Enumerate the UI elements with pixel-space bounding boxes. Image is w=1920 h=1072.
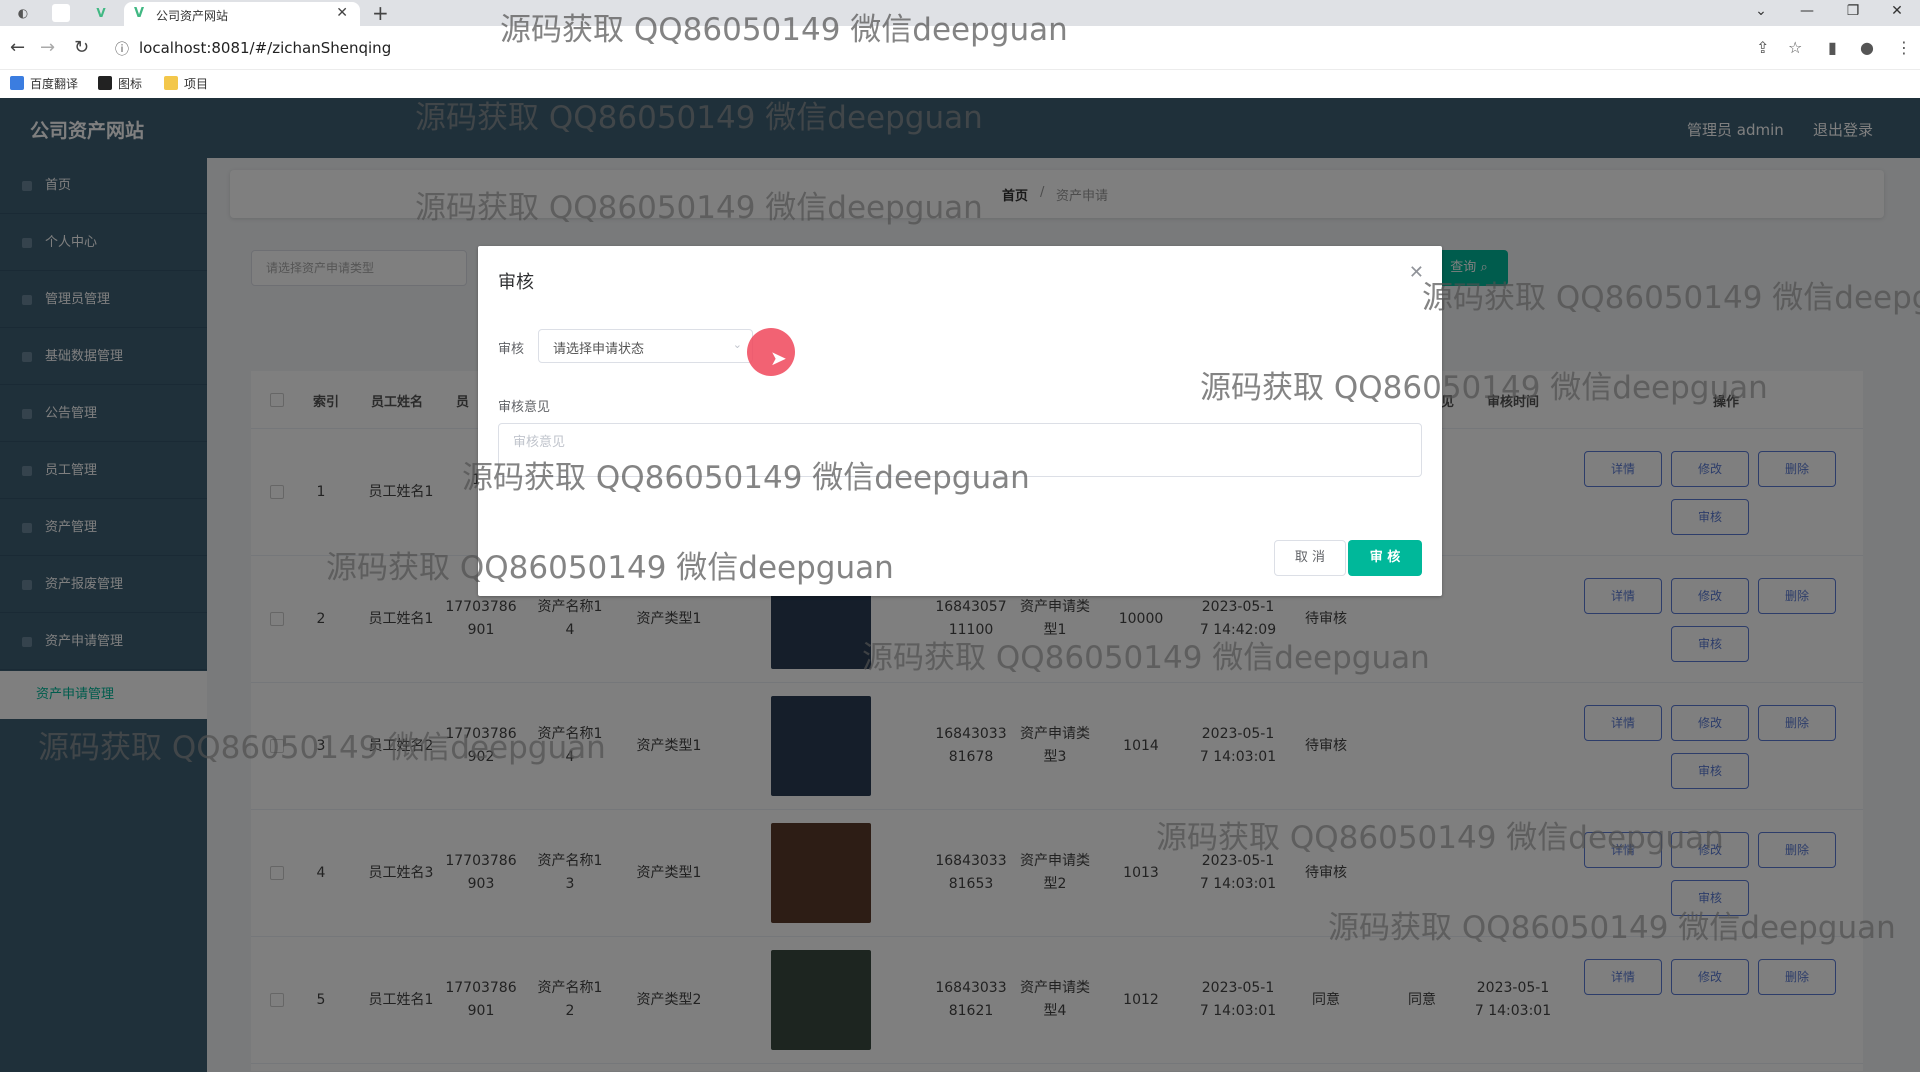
status-select[interactable]: 请选择申请状态 ⌄ (538, 329, 753, 363)
close-tab-icon[interactable]: ✕ (336, 5, 348, 21)
cancel-button[interactable]: 取 消 (1274, 540, 1346, 576)
site-info-icon[interactable]: ⓘ (115, 39, 129, 59)
new-tab-icon[interactable]: + (372, 1, 389, 25)
bookmark-label: 项目 (184, 77, 209, 91)
star-icon[interactable]: ☆ (1788, 38, 1802, 57)
dialog-title: 审核 (498, 272, 534, 293)
url-text: localhost:8081/#/zichanShenqing (139, 39, 392, 57)
watermark: 源码获取 QQ86050149 微信deepguan (500, 12, 1068, 48)
image-icon (98, 76, 112, 90)
restore-icon[interactable]: ❐ (1830, 0, 1876, 22)
opinion-label: 审核意见 (498, 400, 551, 415)
watermark: 源码获取 QQ86050149 微信deepguan (415, 100, 983, 136)
watermark: 源码获取 QQ86050149 微信deepguan (1422, 280, 1920, 316)
forward-icon[interactable]: → (40, 37, 55, 58)
watermark: 源码获取 QQ86050149 微信deepguan (415, 190, 983, 226)
status-select-placeholder: 请选择申请状态 (553, 342, 645, 357)
watermark: 源码获取 QQ86050149 微信deepguan (326, 550, 894, 586)
watermark: 源码获取 QQ86050149 微信deepguan (1200, 370, 1768, 406)
watermark: 源码获取 QQ86050149 微信deepguan (38, 730, 606, 766)
menu-icon[interactable]: ⋮ (1896, 38, 1912, 57)
bookmark-label: 图标 (118, 77, 143, 91)
bookmark-label: 百度翻译 (30, 77, 79, 91)
bookmark-project[interactable]: 项目 (164, 75, 208, 92)
bookmark-baidu-translate[interactable]: 百度翻译 (10, 75, 78, 92)
active-tab[interactable]: V 公司资产网站 ✕ (124, 2, 360, 26)
profile-icon[interactable]: ● (1860, 38, 1874, 57)
bookmark-icons[interactable]: 图标 (98, 75, 142, 92)
folder-icon (164, 76, 178, 90)
watermark: 源码获取 QQ86050149 微信deepguan (862, 640, 1430, 676)
share-icon[interactable]: ⇪ (1756, 38, 1769, 57)
tab-icon-1[interactable]: ◐ (14, 4, 32, 22)
close-window-icon[interactable]: ✕ (1874, 0, 1920, 22)
confirm-review-button[interactable]: 审 核 (1348, 540, 1422, 576)
reload-icon[interactable]: ↻ (74, 37, 89, 58)
tab-title: 公司资产网站 (156, 9, 229, 23)
tab-search-icon[interactable]: ⌄ (1738, 0, 1784, 22)
watermark: 源码获取 QQ86050149 微信deepguan (1156, 820, 1724, 856)
vue-favicon-icon: V (134, 6, 145, 21)
watermark: 源码获取 QQ86050149 微信deepguan (1328, 910, 1896, 946)
review-label: 审核 (498, 342, 525, 357)
vue-tab-icon[interactable]: V (92, 4, 110, 22)
translate-icon (10, 76, 24, 90)
chevron-down-icon: ⌄ (732, 338, 742, 351)
sidepanel-icon[interactable]: ▮ (1828, 38, 1837, 57)
opinion-placeholder: 审核意见 (513, 435, 566, 450)
tab-icon-2[interactable] (52, 4, 70, 22)
minimize-icon[interactable]: — (1784, 0, 1830, 22)
watermark: 源码获取 QQ86050149 微信deepguan (462, 460, 1030, 496)
back-icon[interactable]: ← (10, 37, 25, 58)
mouse-cursor-icon: ➤ (770, 346, 787, 370)
